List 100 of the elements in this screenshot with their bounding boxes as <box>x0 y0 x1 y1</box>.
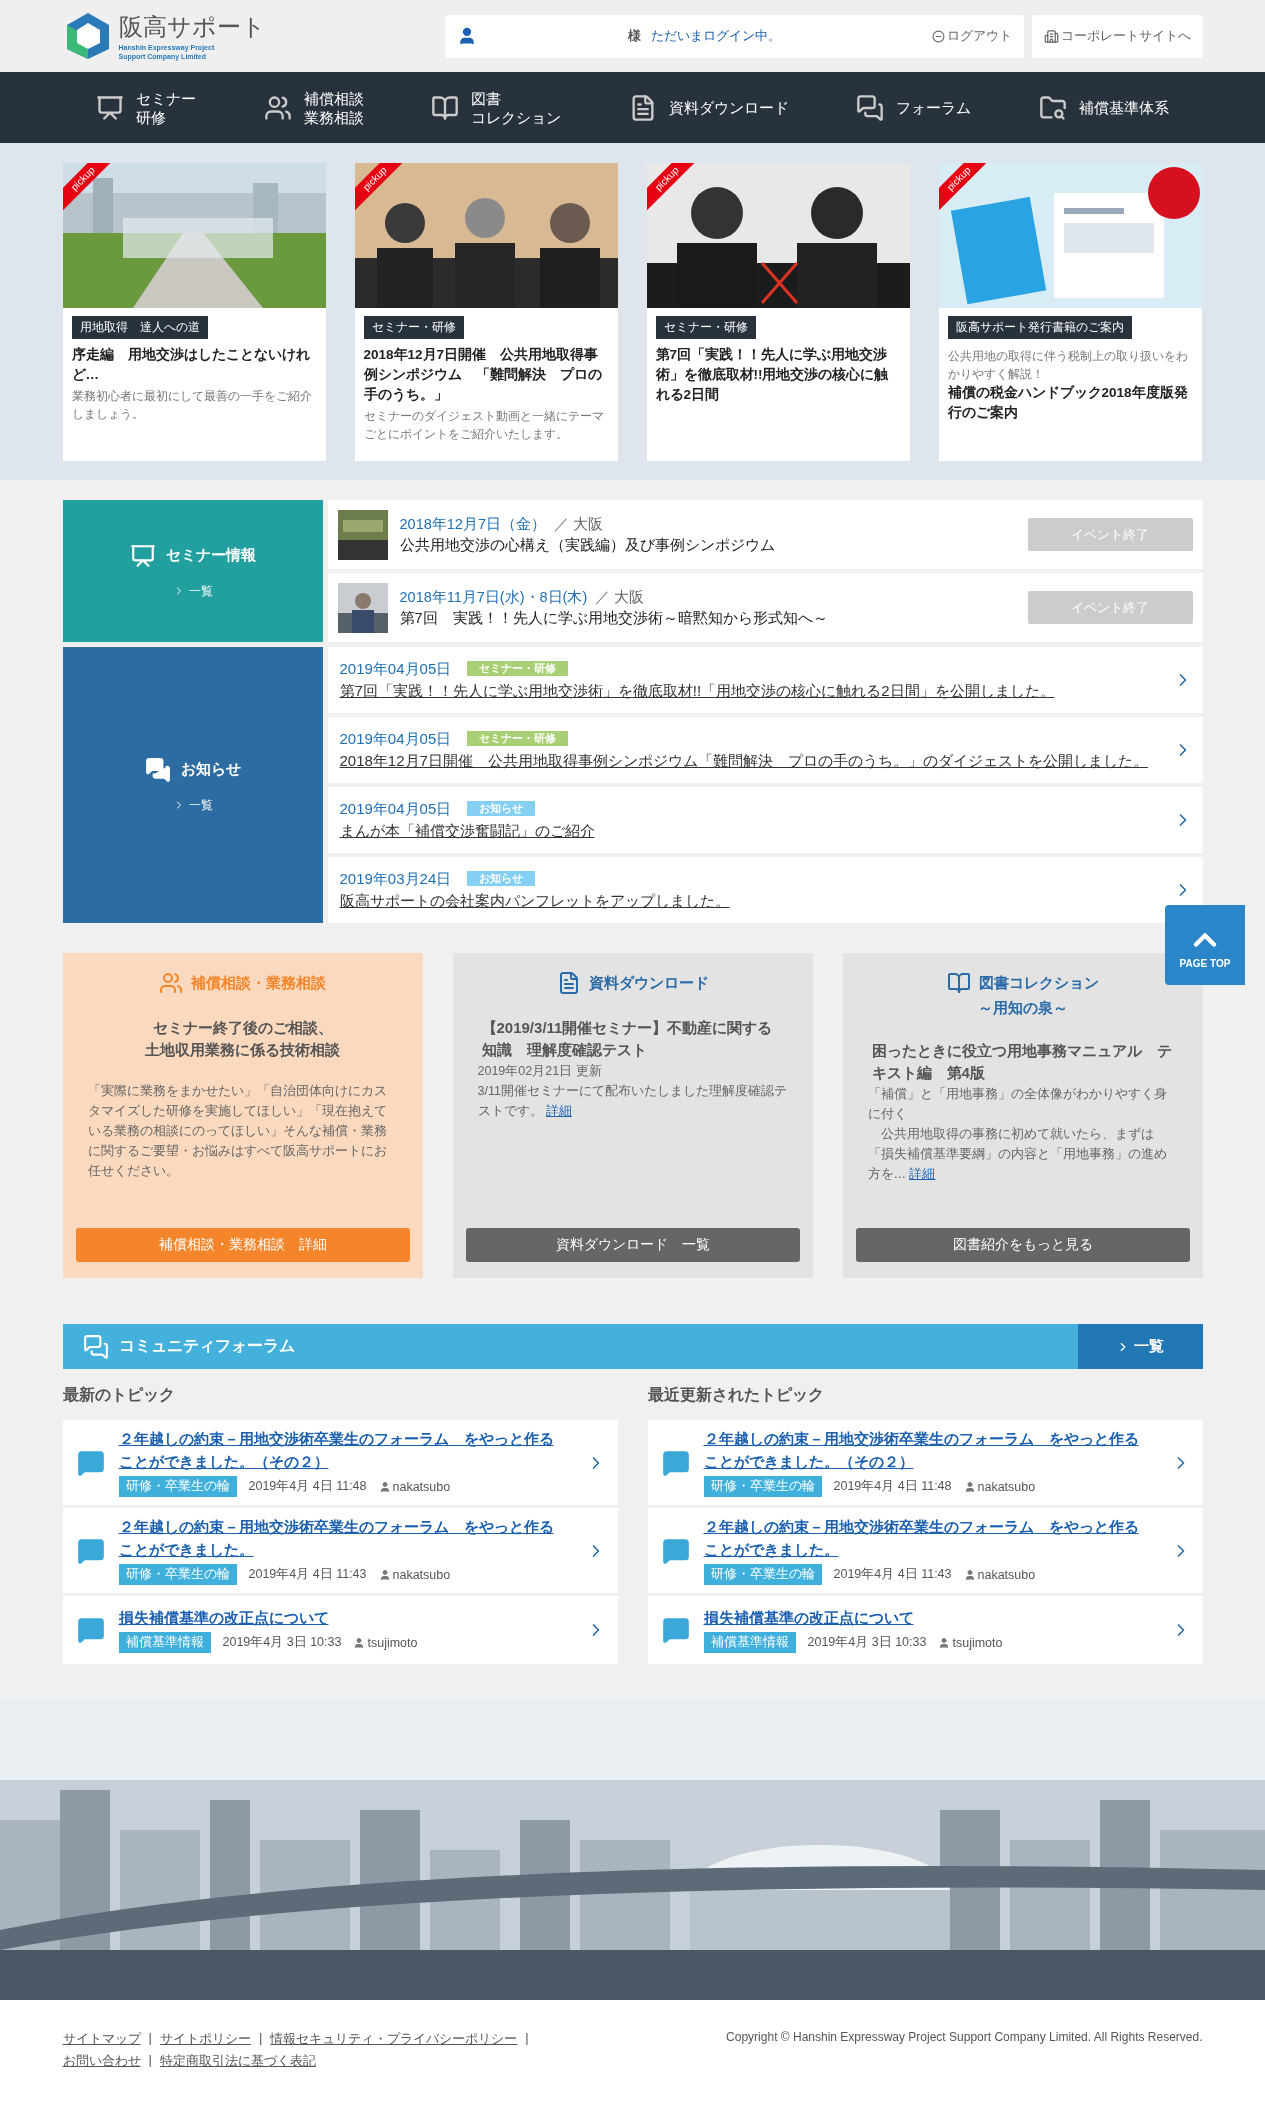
seminar-place: ／ 大阪 <box>595 588 645 605</box>
footer-link[interactable]: サイトマップ <box>62 2030 141 2048</box>
card-title: 第7回「実践！！先人に学ぶ用地交渉術」を徹底取材!!用地交渉の核心に触れる2日間 <box>655 346 890 404</box>
topic-date: 2019年4月 4日 11:43 <box>833 1566 952 1583</box>
topic-link[interactable]: ２年越しの約束－用地交渉術卒業生のフォーラム をやっと作ることができました。（その２） <box>118 1428 560 1474</box>
box-description: 3/11開催セミナーにて配布いたしました理解度確認テストです。 詳細 <box>476 1083 788 1120</box>
box-description: 「実際に業務をまかせたい」「自治団体向けにカスタマイズした研修を実施してほしい」「現在抱えている業務の相談にのってほしい」そんな補償・業務に関するご要望・お悩みはすべて阪高サポートにお任せください。 <box>86 1083 388 1180</box>
news-tag: お知らせ <box>467 871 536 886</box>
card-title: 序走編 用地交渉はしたことないけれど… <box>71 346 311 384</box>
nav-item[interactable]: 図書 コレクション <box>431 88 562 127</box>
speech-bubble-icon <box>661 1536 690 1565</box>
seminar-date: 2018年11月7日(水)・8日(木) <box>399 588 588 605</box>
news-link[interactable]: 阪高サポートの会社案内パンフレットをアップしました。 <box>339 890 1161 912</box>
card-description: セミナーのダイジェスト動画と一緒にテーマごとにポイントをご紹介いたします。 <box>363 408 605 443</box>
topic-link[interactable]: ２年越しの約束－用地交渉術卒業生のフォーラム をやっと作ることができました。（その２） <box>703 1428 1145 1474</box>
user-icon <box>963 1568 976 1581</box>
nav-item[interactable]: セミナー 研修 <box>96 88 197 127</box>
speech-bubble-icon <box>661 1448 690 1477</box>
seminar-date: 2018年12月7日（金） <box>399 515 546 532</box>
news-date: 2019年04月05日 <box>339 730 452 747</box>
logout-link[interactable]: ログアウト <box>931 27 1012 45</box>
chat-icon <box>82 1333 109 1360</box>
topic-link[interactable]: ２年越しの約束－用地交渉術卒業生のフォーラム をやっと作ることができました。 <box>703 1516 1145 1562</box>
nav-icon <box>431 93 460 122</box>
topic-tag: 補償基準情報 <box>703 1632 796 1653</box>
speech-bubble-icon <box>76 1616 105 1644</box>
news-link[interactable]: 第7回「実践！！先人に学ぶ用地交渉術」を徹底取材!!「用地交渉の核心に触れる2日間」を公開しました。 <box>339 680 1161 702</box>
box-lead: 困ったときに役立つ用地事務マニュアル テキスト編 第4版 <box>870 1041 1173 1083</box>
seminar-title: 第7回 実践！！先人に学ぶ用地交渉術～暗黙知から形式知へ～ <box>399 608 829 628</box>
detail-link[interactable]: 詳細 <box>546 1104 572 1118</box>
speech-bubble-icon <box>76 1448 105 1477</box>
nav-icon <box>856 93 885 122</box>
topic-link[interactable]: ２年越しの約束－用地交渉術卒業生のフォーラム をやっと作ることができました。 <box>118 1516 560 1562</box>
minus-circle-icon <box>931 29 945 43</box>
seminar-icon <box>129 542 156 569</box>
topic-tag: 補償基準情報 <box>118 1632 211 1653</box>
topic-date: 2019年4月 3日 10:33 <box>222 1634 342 1651</box>
topic-author: tsujimoto <box>938 1635 1003 1650</box>
speech-bubble-icon <box>661 1616 690 1644</box>
page-top-button[interactable]: PAGE TOP <box>1165 905 1245 985</box>
nav-item[interactable]: 補償基準体系 <box>1038 93 1169 122</box>
logo-name: 阪高サポート <box>118 12 266 42</box>
news-tag: セミナー・研修 <box>467 731 569 746</box>
category-label: 用地取得 達人への道 <box>71 316 208 339</box>
news-tag: お知らせ <box>467 801 536 816</box>
topic-date: 2019年4月 4日 11:43 <box>248 1566 367 1583</box>
chat-icon <box>144 756 171 783</box>
detail-link[interactable]: 詳細 <box>909 1167 936 1181</box>
user-icon <box>378 1568 391 1581</box>
topic-date: 2019年4月 4日 11:48 <box>248 1478 367 1495</box>
copyright: Copyright © Hanshin Expressway Project Support Company Limited. All Rights Reserved. <box>726 2030 1203 2046</box>
topic-link[interactable]: 損失補償基準の改正点について <box>703 1607 1145 1630</box>
building-icon <box>1043 28 1059 44</box>
separator: | <box>258 2030 263 2047</box>
topic-date: 2019年4月 3日 10:33 <box>807 1634 927 1651</box>
list-link[interactable]: 一覧 <box>172 796 213 814</box>
footer-link[interactable]: 特定商取引法に基づく表記 <box>159 2052 316 2070</box>
topic-tag: 研修・卒業生の輪 <box>703 1564 822 1585</box>
category-label: セミナー・研修 <box>363 316 464 339</box>
topic-author: nakatsubo <box>378 1567 451 1582</box>
nav-icon <box>263 93 292 122</box>
box-title: 補償相談・業務相談 <box>191 973 326 993</box>
box-lead: 【2019/3/11開催セミナー】不動産に関する知識 理解度確認テスト <box>480 1018 774 1060</box>
footer-link[interactable]: サイトポリシー <box>159 2030 251 2048</box>
topic-author: nakatsubo <box>378 1479 451 1494</box>
topic-tag: 研修・卒業生の輪 <box>703 1476 822 1497</box>
list-link[interactable]: 一覧 <box>1077 1324 1203 1369</box>
panel-title: お知らせ <box>180 760 241 779</box>
news-link[interactable]: 2018年12月7日開催 公共用地取得事例シンポジウム「難問解決 プロの手のうち。」のダイジェストを公開しました。 <box>339 750 1161 772</box>
topic-tag: 研修・卒業生の輪 <box>118 1564 237 1585</box>
user-icon <box>353 1636 366 1649</box>
nav-item[interactable]: 補償相談 業務相談 <box>263 88 364 127</box>
box-icon <box>946 971 971 995</box>
nav-item[interactable]: 資料ダウンロード <box>628 93 789 122</box>
column-heading: 最近更新されたトピック <box>647 1385 825 1405</box>
update-date: 2019年02月21日 更新 <box>476 1063 603 1080</box>
nav-icon <box>96 93 125 122</box>
footer-link[interactable]: 情報セキュリティ・プライバシーポリシー <box>270 2030 518 2048</box>
card-description: 公共用地の取得に伴う税制上の取り扱いをわかりやすく解説！ <box>947 348 1189 383</box>
separator: | <box>525 2030 529 2047</box>
box-action-button[interactable]: 資料ダウンロード 一覧 <box>465 1228 800 1262</box>
topic-author: nakatsubo <box>963 1567 1036 1582</box>
nav-icon <box>1038 93 1067 122</box>
box-action-button[interactable]: 図書紹介をもっと見る <box>855 1228 1190 1262</box>
user-icon <box>378 1480 391 1493</box>
topic-author: nakatsubo <box>963 1479 1036 1494</box>
card-description: 業務初心者に最初にして最善の一手をご紹介しましょう。 <box>71 388 313 423</box>
corporate-site-link[interactable]: コーポレートサイトへ <box>1031 14 1203 58</box>
nav-item[interactable]: フォーラム <box>856 93 972 122</box>
separator: | <box>148 2030 152 2047</box>
topic-link[interactable]: 損失補償基準の改正点について <box>118 1607 560 1630</box>
seminar-place: ／ 大阪 <box>553 515 603 532</box>
forum-title: コミュニティフォーラム <box>118 1336 295 1356</box>
user-icon <box>938 1636 951 1649</box>
news-link[interactable]: まんが本「補償交渉奮闘記」のご紹介 <box>339 820 1161 842</box>
separator: | <box>148 2052 152 2069</box>
column-heading: 最新のトピック <box>62 1385 176 1405</box>
box-lead: セミナー終了後のご相談、 土地収用業務に係る技術相談 <box>144 1018 341 1060</box>
footer-link[interactable]: お問い合わせ <box>62 2052 141 2070</box>
panel-title: セミナー情報 <box>165 546 256 565</box>
